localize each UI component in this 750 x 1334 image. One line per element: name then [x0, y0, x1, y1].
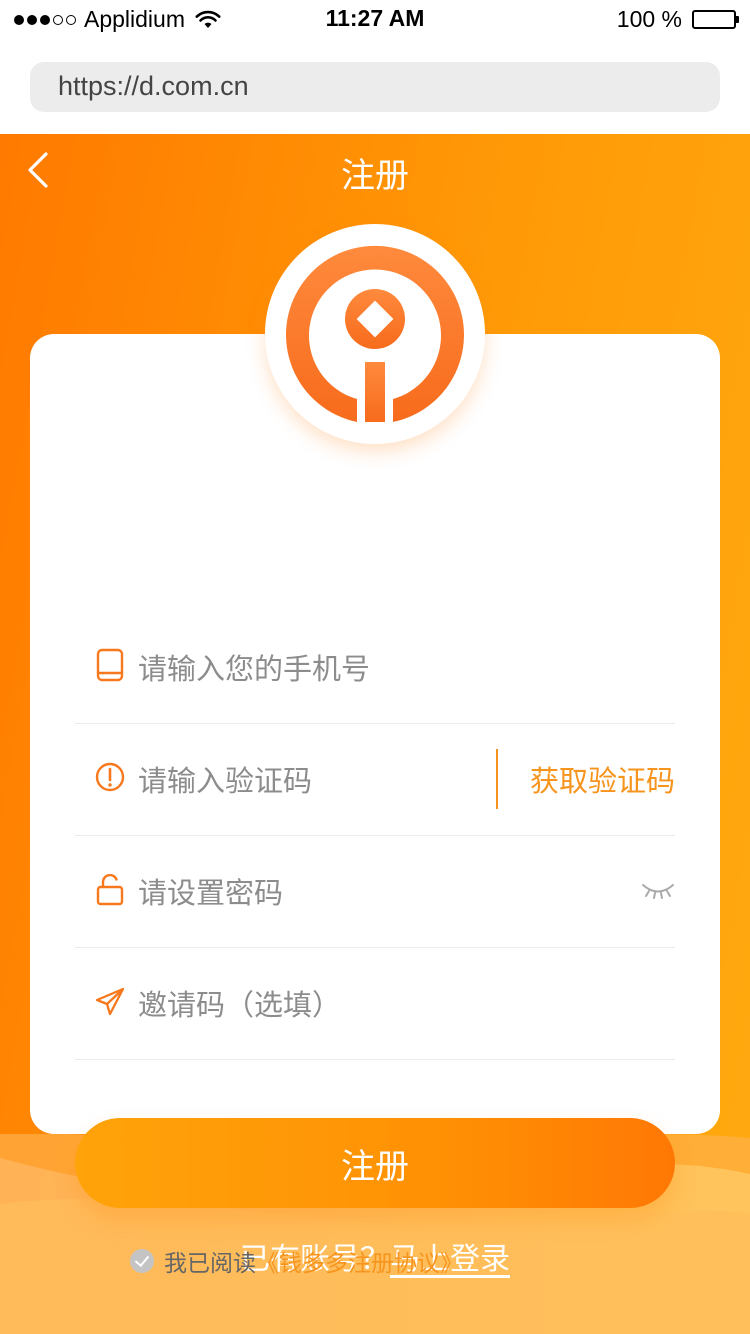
register-page: 注册 已有账号？马上登录 请输入您的手机号 请输入验证码 获取验证码 请设置密码…: [0, 134, 750, 1334]
battery-status: 100 %: [616, 6, 739, 33]
battery-percent: 100 %: [616, 6, 682, 32]
eye-closed-icon[interactable]: [641, 880, 675, 900]
browser-chrome: https://d.com.cn: [0, 40, 750, 134]
phone-field[interactable]: 请输入您的手机号: [75, 612, 675, 724]
coin-logo-icon: [286, 245, 464, 422]
get-code-button[interactable]: 获取验证码: [530, 758, 675, 800]
password-field[interactable]: 请设置密码: [75, 836, 675, 948]
divider: [496, 749, 498, 809]
register-card: 请输入您的手机号 请输入验证码 获取验证码 请设置密码 邀请码（选填） 注册 我…: [30, 334, 720, 1277]
status-bar: Applidium 11:27 AM 100 %: [0, 0, 750, 40]
agreement-text: 我已阅读: [164, 1251, 256, 1277]
address-bar[interactable]: https://d.com.cn: [30, 62, 720, 112]
password-input[interactable]: 请设置密码: [138, 870, 283, 912]
url-text[interactable]: https://d.com.cn: [58, 71, 249, 102]
register-button[interactable]: 注册: [75, 1118, 675, 1208]
battery-icon: [692, 10, 739, 29]
alert-icon: [95, 762, 125, 792]
phone-input[interactable]: 请输入您的手机号: [138, 646, 370, 688]
app-logo: [265, 224, 485, 444]
invite-field[interactable]: 邀请码（选填）: [75, 948, 675, 1060]
send-icon: [95, 987, 125, 1016]
page-title: 注册: [341, 156, 409, 196]
checkmark-icon[interactable]: [130, 1249, 154, 1273]
invite-input[interactable]: 邀请码（选填）: [138, 982, 341, 1024]
phone-icon: [96, 648, 124, 682]
code-field[interactable]: 请输入验证码 获取验证码: [75, 724, 675, 836]
agreement-link[interactable]: 《钱多多注册协议》: [256, 1244, 463, 1278]
unlock-icon: [96, 873, 124, 906]
agreement-row: 我已阅读 《钱多多注册协议》: [130, 1244, 463, 1278]
code-input[interactable]: 请输入验证码: [138, 758, 312, 800]
